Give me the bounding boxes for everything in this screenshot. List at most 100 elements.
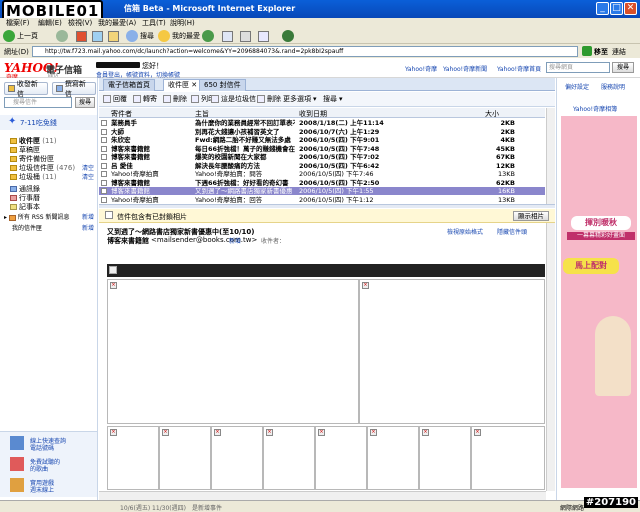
ad-cta-button[interactable]: 馬上配對 [563,258,619,274]
advertisement[interactable]: 揮別暖秋 一幕幕精彩好畫面 馬上配對 [561,116,637,488]
message-checkbox[interactable] [101,171,107,177]
album-title[interactable]: Yahoo!奇摩相簿 [573,104,617,113]
menu-favorites[interactable]: 我的最愛(A) [98,18,136,28]
preferences-link[interactable]: 偏好設定 [565,82,589,91]
menu-help[interactable]: 說明(H) [170,18,195,28]
history-button[interactable] [202,29,214,43]
print-button[interactable] [240,29,251,43]
mail-search-dropdown[interactable]: 搜尋 ▾ [323,94,343,104]
message-checkbox[interactable] [101,145,107,152]
pane-splitter[interactable] [99,204,555,208]
message-checkbox[interactable] [101,154,107,160]
minimize-button[interactable]: _ [596,2,609,15]
favorites-button[interactable]: 我的最愛 [158,29,200,43]
home-button[interactable] [108,29,119,43]
tab-message-count[interactable]: 650 封信件 [199,79,246,91]
menu-tools[interactable]: 工具(T) [142,18,166,28]
message-row[interactable]: 大師 別再花大錢讓小孩補習英文了 2006/10/7(六) 上午1:29 2KB [99,128,545,136]
message-checkbox[interactable] [101,179,107,186]
edit-button[interactable] [258,29,269,43]
reply-button[interactable]: 回覆 [103,94,127,104]
watermark-id: #207190 [583,497,638,508]
menu-file[interactable]: 檔案(F) [6,18,30,28]
message-row[interactable]: 業務員手 為什麼你的業務員經常不回訂單表不完?! 2008/1/18(二) 上午11… [99,119,545,127]
empty-trash-link[interactable]: 清空 [82,172,94,181]
mail-search-button[interactable]: 搜尋 [75,97,95,108]
menu-view[interactable]: 檢視(V) [68,18,92,28]
mail-button[interactable] [222,29,233,43]
add-contact-link[interactable]: 新增 [229,236,241,245]
delete-button-2[interactable]: 刪除 [257,94,281,104]
show-images-button[interactable]: 顯示相片 [513,211,549,221]
message-row[interactable]: 博客來書籍館 下週66折強檔：好好看的奇幻書 2006/10/5(四) 下午2:50… [99,179,545,187]
check-mail-button[interactable]: 收發新信 [4,80,48,98]
top-link-home[interactable]: Yahoo!奇摩首頁 [497,64,541,73]
message-row[interactable]: Yahoo!奇摩拍賣 Yahoo!奇摩拍賣：問答 2006/10/5(四) 下午7:… [99,170,545,178]
message-row[interactable]: 博客來書籍館 每日66折強檔！萬子的賺錢機會在那裡 2006/10/5(四) 下午7… [99,145,545,153]
promo-banner[interactable]: ✦ 7-11吃免錢 [0,115,97,130]
message-list-scrollbar[interactable] [546,108,555,204]
top-link-news[interactable]: Yahoo!奇摩新聞 [443,64,487,73]
tab-mail-home[interactable]: 電子信箱首頁 [103,79,155,91]
hide-header-link[interactable]: 隱藏信件頭 [497,227,527,236]
message-row[interactable]: 博客來書籍館 又到週了～網路書店獨家新書優惠 2006/10/5(四) 下午1:55… [99,187,545,195]
message-checkbox[interactable] [101,188,107,194]
message-checkbox[interactable] [101,128,107,135]
promo-link-2b[interactable]: 的歌曲 [30,464,48,473]
messenger-button[interactable] [282,29,294,43]
delete-button[interactable]: 刪除 [163,94,187,104]
my-folders-add-link[interactable]: 新增 [82,223,94,232]
more-options-button[interactable]: 更多選項 ▾ [283,94,317,104]
forward-mail-button[interactable]: 轉寄 [133,94,157,104]
empty-spam-link[interactable]: 清空 [82,163,94,172]
message-checkbox[interactable] [101,120,107,126]
reading-pane-hscrollbar[interactable] [99,491,546,500]
spam-button[interactable]: 這是垃圾信 [211,94,256,104]
links-button[interactable]: 連結 [612,47,626,57]
go-button[interactable]: 移至 [594,47,608,57]
message-sender: 業務員手 [111,119,137,127]
message-row[interactable]: 博客來書籍館 爆笑的校園新聞在大家都 2006/10/5(四) 下午7:02 67KB [99,153,545,161]
star-icon [158,30,170,42]
col-size[interactable]: 大小 [485,109,499,119]
help-link[interactable]: 服務說明 [601,82,625,91]
nav-notepad[interactable]: 記事本 [10,202,40,212]
message-row[interactable]: 朱欣宏 Fwd:網路二胎不好賺又無法多處 2006/10/5(四) 下午9:01 4K… [99,136,545,144]
rss-add-link[interactable]: 新增 [82,212,94,221]
message-checkbox[interactable] [101,196,107,203]
broken-image-icon: × [214,429,221,436]
top-link-yahoo[interactable]: Yahoo!奇摩 [405,64,437,73]
close-button[interactable]: ✕ [624,2,637,15]
rss-folder[interactable]: ▸ 所有 RSS 新聞訊息 [4,212,70,221]
tab-inbox[interactable]: 收件匣 ✕ [163,79,203,91]
message-size: 4KB [500,136,515,144]
address-input[interactable]: http://tw.f723.mail.yahoo.com/dc/launch?… [32,46,578,57]
promo-link-1b[interactable]: 電話號碼 [30,443,54,452]
compose-button[interactable]: 撰寫新信 [52,80,96,98]
col-sender[interactable]: 寄件者 [111,109,132,119]
back-button[interactable]: 上一頁 [3,29,38,43]
message-row[interactable]: 呂 愛佳 解決長年腰酸痛的方法 2006/10/5(四) 下午6:42 12KB [99,162,545,170]
message-checkbox[interactable] [101,162,107,169]
message-date: 2006/10/5(四) 下午7:48 [299,144,380,153]
reading-pane-scrollbar[interactable] [546,223,555,491]
mail-search-input[interactable]: 搜尋信件 [4,97,72,108]
col-subject[interactable]: 主旨 [195,109,209,119]
promo-link-3b[interactable]: 週末線上 [30,485,54,494]
view-source-link[interactable]: 檢視原始格式 [447,227,483,236]
message-row[interactable]: Yahoo!奇摩拍賣 Yahoo!奇摩拍賣：回答 2006/10/5(四) 下午1:… [99,196,545,204]
refresh-button[interactable] [92,29,103,43]
maximize-button[interactable]: □ [610,2,623,15]
web-search-button[interactable]: 搜尋 [612,62,634,73]
folder-trash[interactable]: 垃圾桶 (11) [10,172,57,182]
web-search-input[interactable]: 搜尋網頁 [546,62,610,73]
message-from-name[interactable]: 博客來書籍館 [107,236,149,246]
menu-edit[interactable]: 編輯(E) [38,18,62,28]
my-folders-label: 我的信件匣 [12,225,43,232]
search-button[interactable]: 搜尋 [126,29,154,43]
message-checkbox[interactable] [101,137,107,143]
stop-button[interactable] [76,29,87,43]
go-arrow-icon[interactable] [582,46,592,56]
forward-button[interactable] [56,29,68,43]
col-date[interactable]: 收到日期 [299,109,327,119]
